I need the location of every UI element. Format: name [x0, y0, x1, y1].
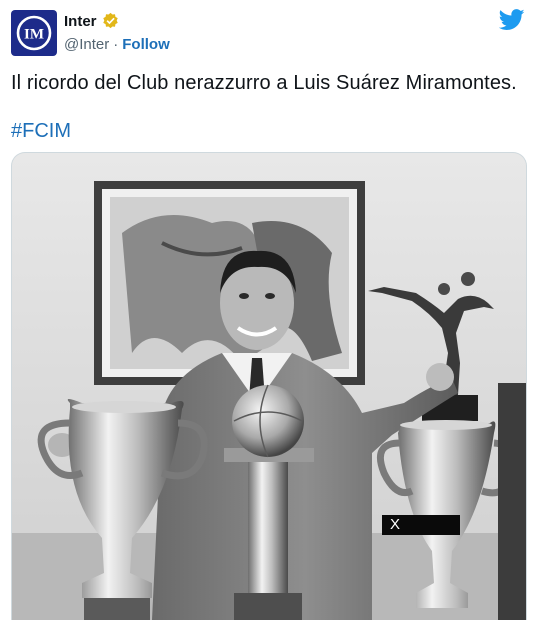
photo-image: [12, 153, 526, 620]
author-handle[interactable]: @Inter: [64, 36, 109, 53]
separator-dot: ·: [113, 36, 119, 53]
overlay-close-button[interactable]: X: [382, 515, 460, 535]
follow-button[interactable]: Follow: [122, 36, 170, 53]
tweet-card: IM Inter @Inter · Follow Il ricordo del Cl…: [0, 0, 547, 620]
hashtag-link[interactable]: #FCIM: [11, 120, 71, 143]
author-name[interactable]: Inter: [64, 13, 97, 30]
inter-logo-icon: IM: [16, 15, 52, 51]
twitter-bird-icon[interactable]: [499, 9, 525, 31]
inter-logo-avatar[interactable]: IM: [11, 10, 57, 56]
svg-text:IM: IM: [24, 27, 44, 43]
tweet-text: Il ricordo del Club nerazzurro a Luis Su…: [11, 72, 517, 94]
verified-badge-icon: [103, 12, 118, 29]
tweet-photo[interactable]: [11, 152, 527, 620]
handle-row: @Inter · Follow: [64, 36, 170, 53]
